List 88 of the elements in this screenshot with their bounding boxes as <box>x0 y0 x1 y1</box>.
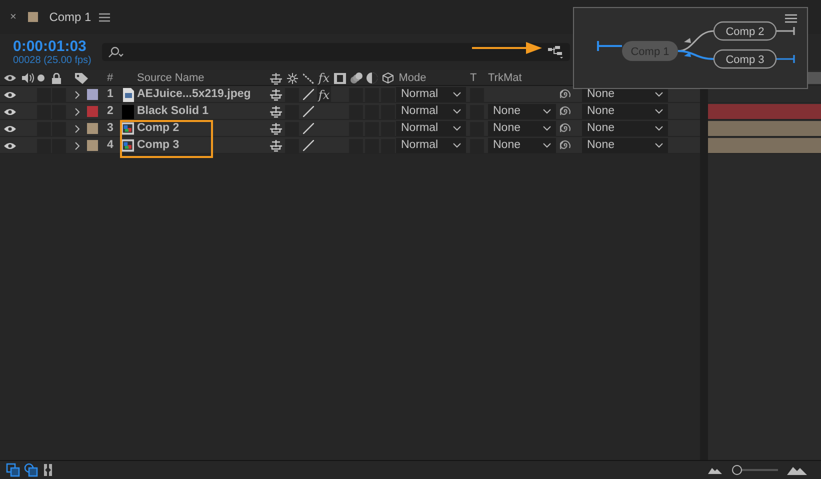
label-color[interactable] <box>87 123 98 134</box>
column-header[interactable]: Mode <box>396 70 470 86</box>
chevron-icon <box>655 92 663 98</box>
flowchart-icon[interactable] <box>548 45 564 59</box>
chevron-icon <box>655 143 663 148</box>
quality-icon[interactable] <box>302 89 314 100</box>
label-color[interactable] <box>87 140 98 152</box>
dropdown[interactable]: Normal <box>396 104 466 120</box>
solo-dot-icon <box>37 74 45 82</box>
chevron-icon <box>453 126 461 132</box>
menu-icon[interactable] <box>99 12 110 22</box>
layer-number: 3 <box>107 121 114 136</box>
label-color[interactable] <box>87 106 98 118</box>
dropdown[interactable]: Normal <box>396 138 466 154</box>
chevron-icon <box>453 109 461 114</box>
chevron-icon <box>543 126 551 132</box>
quality-icon[interactable] <box>302 140 314 152</box>
flow-node[interactable]: Comp 3 <box>713 49 777 69</box>
pickwhip-icon[interactable] <box>560 106 571 118</box>
pickwhip-icon[interactable] <box>560 89 571 100</box>
column-header[interactable]: Source Name <box>137 70 268 86</box>
chevron-icon <box>543 143 551 148</box>
annotation-arrow <box>472 42 542 54</box>
chevron-icon <box>655 109 663 114</box>
bracket-icon[interactable] <box>42 463 54 477</box>
shy-icon[interactable] <box>269 88 283 102</box>
close-button[interactable]: × <box>10 8 16 26</box>
pickwhip-icon[interactable] <box>560 123 571 134</box>
column-header[interactable]: TrkMat <box>488 70 560 86</box>
column-header[interactable]: # <box>107 70 121 86</box>
quality-icon[interactable] <box>302 123 314 134</box>
dropdown[interactable]: None <box>582 121 668 136</box>
quality-icon[interactable] <box>302 72 314 84</box>
search-field[interactable] <box>102 43 570 61</box>
shy-icon[interactable] <box>269 139 283 152</box>
timecode[interactable]: 0:00:01:03 <box>13 38 102 54</box>
input-connector <box>597 40 623 52</box>
layer-number: 1 <box>107 87 114 102</box>
layer-name[interactable]: Comp 3 <box>137 137 268 154</box>
visibility-icon[interactable] <box>4 124 16 133</box>
dropdown[interactable]: None <box>582 138 668 154</box>
quality-icon[interactable] <box>302 106 314 118</box>
dropdown[interactable]: None <box>488 138 556 154</box>
dropdown[interactable]: Normal <box>396 121 466 136</box>
fx-toggle[interactable]: fx <box>317 86 331 104</box>
frame-info: 00028 (25.00 fps) <box>13 54 92 66</box>
zoom-in-icon[interactable] <box>787 465 807 475</box>
shy-icon[interactable] <box>269 72 283 85</box>
fx-label[interactable]: fx <box>318 69 330 88</box>
zoom-out-icon[interactable] <box>708 466 722 474</box>
speaker-icon <box>22 73 34 84</box>
motion-blur-icon[interactable] <box>350 72 362 84</box>
shy-icon[interactable] <box>269 105 283 118</box>
visibility-icon <box>4 74 16 82</box>
chevron-icon <box>453 92 461 98</box>
search-icon <box>108 46 124 58</box>
cube-icon[interactable] <box>382 72 394 84</box>
flow-node[interactable]: Comp 2 <box>713 21 777 41</box>
film-icon[interactable] <box>334 72 346 84</box>
column-header[interactable]: T <box>470 70 488 86</box>
visibility-icon[interactable] <box>4 90 16 99</box>
zoom-slider[interactable] <box>732 465 778 475</box>
dropdown[interactable]: None <box>488 104 556 120</box>
dropdown[interactable]: None <box>582 104 668 120</box>
layer-number: 4 <box>107 138 114 153</box>
layer-name[interactable]: AEJuice...5x219.jpeg <box>137 86 268 104</box>
layer-name[interactable]: Black Solid 1 <box>137 103 268 120</box>
visibility-icon[interactable] <box>4 108 16 116</box>
solid-swatch-icon <box>122 104 134 119</box>
comp-mask-icon[interactable] <box>24 463 38 477</box>
chevron-icon <box>655 126 663 132</box>
layer-number: 2 <box>107 104 114 119</box>
chevron-icon <box>543 109 551 114</box>
visibility-icon[interactable] <box>4 142 16 150</box>
menu-icon[interactable] <box>785 14 797 23</box>
dropdown[interactable]: Normal <box>396 87 466 102</box>
layer-name[interactable]: Comp 2 <box>137 120 268 138</box>
pickwhip-icon[interactable] <box>560 140 571 152</box>
comp-flow-icon[interactable] <box>6 463 20 477</box>
adjustment-icon[interactable] <box>366 72 378 84</box>
tab-title[interactable]: Comp 1 <box>49 8 92 26</box>
image-file-icon <box>123 88 134 102</box>
label-color[interactable] <box>87 89 98 100</box>
chevron-icon <box>453 143 461 148</box>
shy-icon[interactable] <box>269 122 283 136</box>
sun-icon[interactable] <box>286 72 298 84</box>
lock-icon <box>52 72 61 84</box>
dropdown[interactable]: None <box>488 121 556 136</box>
